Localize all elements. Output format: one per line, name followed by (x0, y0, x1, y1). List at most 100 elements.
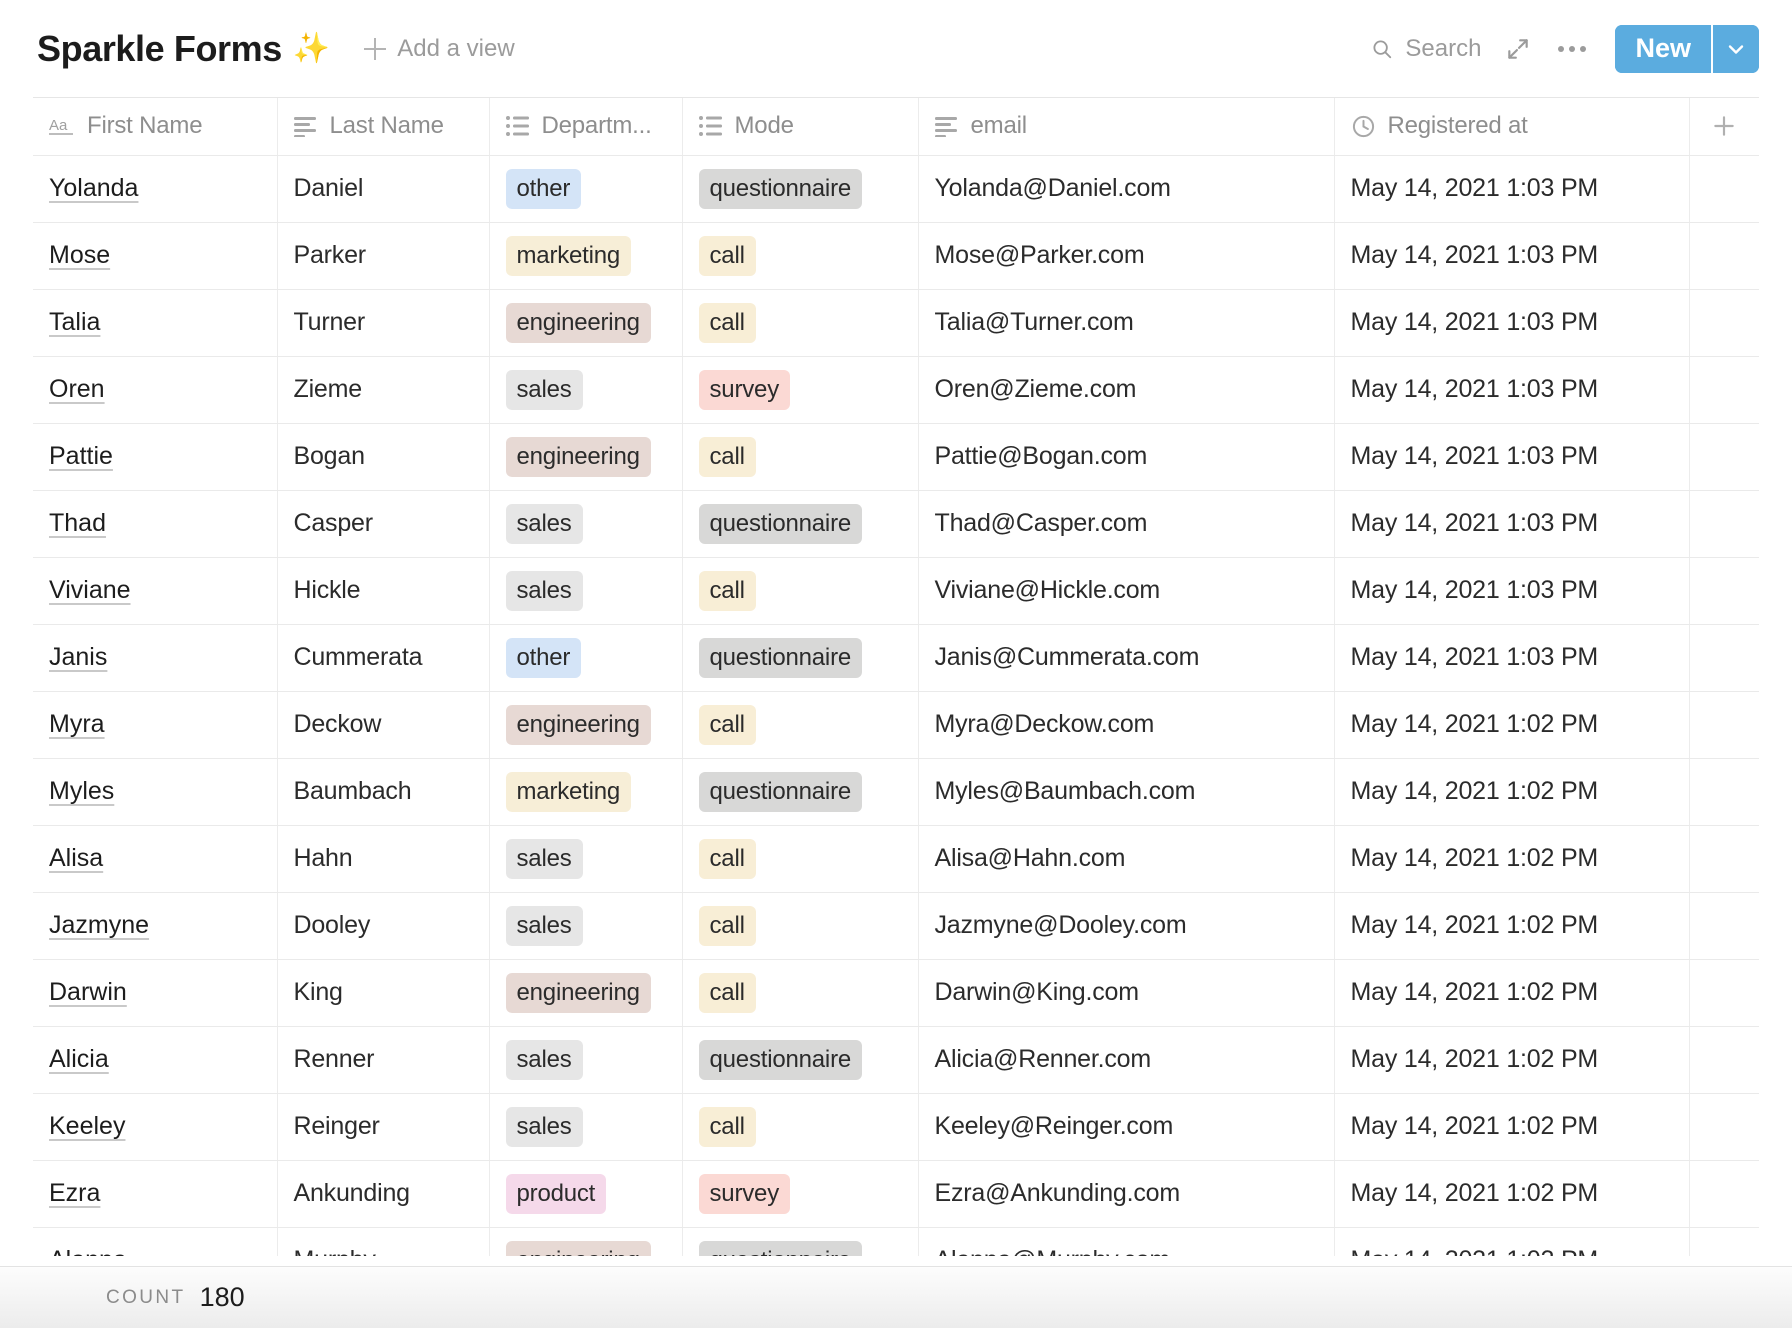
cell-mode[interactable]: questionnaire (682, 155, 918, 222)
cell-first-name[interactable]: Mose (33, 222, 277, 289)
cell-mode[interactable]: questionnaire (682, 1026, 918, 1093)
cell-email[interactable]: Jazmyne@Dooley.com (918, 892, 1334, 959)
cell-registered-at[interactable]: May 14, 2021 1:02 PM (1334, 1227, 1689, 1266)
table-row[interactable]: VivianeHicklesalescallViviane@Hickle.com… (33, 557, 1759, 624)
cell-last-name[interactable]: Daniel (277, 155, 489, 222)
cell-department[interactable]: engineering (489, 1227, 682, 1266)
column-header-registered-at[interactable]: Registered at (1334, 98, 1689, 155)
cell-mode[interactable]: questionnaire (682, 1227, 918, 1266)
cell-department[interactable]: sales (489, 490, 682, 557)
cell-last-name[interactable]: Hahn (277, 825, 489, 892)
add-view-button[interactable]: Add a view (364, 35, 514, 63)
cell-email[interactable]: Ezra@Ankunding.com (918, 1160, 1334, 1227)
cell-email[interactable]: Alisa@Hahn.com (918, 825, 1334, 892)
cell-first-name[interactable]: Ezra (33, 1160, 277, 1227)
cell-department[interactable]: sales (489, 825, 682, 892)
cell-registered-at[interactable]: May 14, 2021 1:02 PM (1334, 1093, 1689, 1160)
cell-first-name[interactable]: Alicia (33, 1026, 277, 1093)
cell-department[interactable]: sales (489, 356, 682, 423)
cell-department[interactable]: engineering (489, 959, 682, 1026)
cell-mode[interactable]: call (682, 691, 918, 758)
cell-mode[interactable]: call (682, 825, 918, 892)
cell-mode[interactable]: call (682, 1093, 918, 1160)
cell-registered-at[interactable]: May 14, 2021 1:03 PM (1334, 490, 1689, 557)
cell-email[interactable]: Myles@Baumbach.com (918, 758, 1334, 825)
table-row[interactable]: JanisCummerataotherquestionnaireJanis@Cu… (33, 624, 1759, 691)
cell-last-name[interactable]: Cummerata (277, 624, 489, 691)
table-row[interactable]: MyraDeckowengineeringcallMyra@Deckow.com… (33, 691, 1759, 758)
cell-email[interactable]: Myra@Deckow.com (918, 691, 1334, 758)
cell-registered-at[interactable]: May 14, 2021 1:02 PM (1334, 1160, 1689, 1227)
table-row[interactable]: MylesBaumbachmarketingquestionnaireMyles… (33, 758, 1759, 825)
cell-last-name[interactable]: Turner (277, 289, 489, 356)
cell-registered-at[interactable]: May 14, 2021 1:02 PM (1334, 825, 1689, 892)
cell-last-name[interactable]: Casper (277, 490, 489, 557)
cell-mode[interactable]: call (682, 289, 918, 356)
table-row[interactable]: TaliaTurnerengineeringcallTalia@Turner.c… (33, 289, 1759, 356)
table-row[interactable]: EzraAnkundingproductsurveyEzra@Ankunding… (33, 1160, 1759, 1227)
cell-first-name[interactable]: Viviane (33, 557, 277, 624)
cell-last-name[interactable]: Bogan (277, 423, 489, 490)
cell-department[interactable]: sales (489, 1093, 682, 1160)
cell-registered-at[interactable]: May 14, 2021 1:03 PM (1334, 155, 1689, 222)
new-dropdown-button[interactable] (1711, 25, 1759, 73)
cell-department[interactable]: sales (489, 1026, 682, 1093)
column-header-department[interactable]: Departm... (489, 98, 682, 155)
table-row[interactable]: KeeleyReingersalescallKeeley@Reinger.com… (33, 1093, 1759, 1160)
column-header-email[interactable]: email (918, 98, 1334, 155)
cell-email[interactable]: Talia@Turner.com (918, 289, 1334, 356)
cell-email[interactable]: Janis@Cummerata.com (918, 624, 1334, 691)
cell-registered-at[interactable]: May 14, 2021 1:02 PM (1334, 892, 1689, 959)
cell-last-name[interactable]: Deckow (277, 691, 489, 758)
column-header-mode[interactable]: Mode (682, 98, 918, 155)
cell-last-name[interactable]: Dooley (277, 892, 489, 959)
cell-first-name[interactable]: Oren (33, 356, 277, 423)
cell-registered-at[interactable]: May 14, 2021 1:02 PM (1334, 959, 1689, 1026)
cell-registered-at[interactable]: May 14, 2021 1:02 PM (1334, 1026, 1689, 1093)
cell-last-name[interactable]: Zieme (277, 356, 489, 423)
search-button[interactable]: Search (1361, 29, 1491, 69)
cell-mode[interactable]: call (682, 557, 918, 624)
cell-email[interactable]: Mose@Parker.com (918, 222, 1334, 289)
table-row[interactable]: MoseParkermarketingcallMose@Parker.comMa… (33, 222, 1759, 289)
cell-first-name[interactable]: Alisa (33, 825, 277, 892)
cell-department[interactable]: sales (489, 557, 682, 624)
cell-first-name[interactable]: Alanna (33, 1227, 277, 1266)
cell-registered-at[interactable]: May 14, 2021 1:03 PM (1334, 423, 1689, 490)
column-header-first-name[interactable]: Aa First Name (33, 98, 277, 155)
cell-last-name[interactable]: Ankunding (277, 1160, 489, 1227)
cell-first-name[interactable]: Pattie (33, 423, 277, 490)
cell-first-name[interactable]: Yolanda (33, 155, 277, 222)
cell-mode[interactable]: call (682, 892, 918, 959)
cell-registered-at[interactable]: May 14, 2021 1:02 PM (1334, 691, 1689, 758)
cell-mode[interactable]: questionnaire (682, 490, 918, 557)
cell-mode[interactable]: survey (682, 1160, 918, 1227)
cell-department[interactable]: other (489, 624, 682, 691)
cell-email[interactable]: Alicia@Renner.com (918, 1026, 1334, 1093)
table-row[interactable]: AlisaHahnsalescallAlisa@Hahn.comMay 14, … (33, 825, 1759, 892)
table-row[interactable]: AliciaRennersalesquestionnaireAlicia@Ren… (33, 1026, 1759, 1093)
cell-first-name[interactable]: Thad (33, 490, 277, 557)
cell-mode[interactable]: call (682, 423, 918, 490)
cell-department[interactable]: marketing (489, 758, 682, 825)
table-row[interactable]: OrenZiemesalessurveyOren@Zieme.comMay 14… (33, 356, 1759, 423)
table-row[interactable]: JazmyneDooleysalescallJazmyne@Dooley.com… (33, 892, 1759, 959)
cell-email[interactable]: Oren@Zieme.com (918, 356, 1334, 423)
cell-registered-at[interactable]: May 14, 2021 1:03 PM (1334, 557, 1689, 624)
cell-email[interactable]: Viviane@Hickle.com (918, 557, 1334, 624)
cell-registered-at[interactable]: May 14, 2021 1:03 PM (1334, 289, 1689, 356)
cell-department[interactable]: engineering (489, 289, 682, 356)
more-options-button[interactable] (1545, 26, 1599, 72)
cell-email[interactable]: Alanna@Murphy.com (918, 1227, 1334, 1266)
column-header-last-name[interactable]: Last Name (277, 98, 489, 155)
cell-last-name[interactable]: Hickle (277, 557, 489, 624)
cell-last-name[interactable]: Baumbach (277, 758, 489, 825)
table-row[interactable]: DarwinKingengineeringcallDarwin@King.com… (33, 959, 1759, 1026)
table-row[interactable]: ThadCaspersalesquestionnaireThad@Casper.… (33, 490, 1759, 557)
cell-email[interactable]: Thad@Casper.com (918, 490, 1334, 557)
cell-mode[interactable]: call (682, 959, 918, 1026)
table-row[interactable]: PattieBoganengineeringcallPattie@Bogan.c… (33, 423, 1759, 490)
table-row[interactable]: YolandaDanielotherquestionnaireYolanda@D… (33, 155, 1759, 222)
cell-email[interactable]: Darwin@King.com (918, 959, 1334, 1026)
cell-first-name[interactable]: Myles (33, 758, 277, 825)
